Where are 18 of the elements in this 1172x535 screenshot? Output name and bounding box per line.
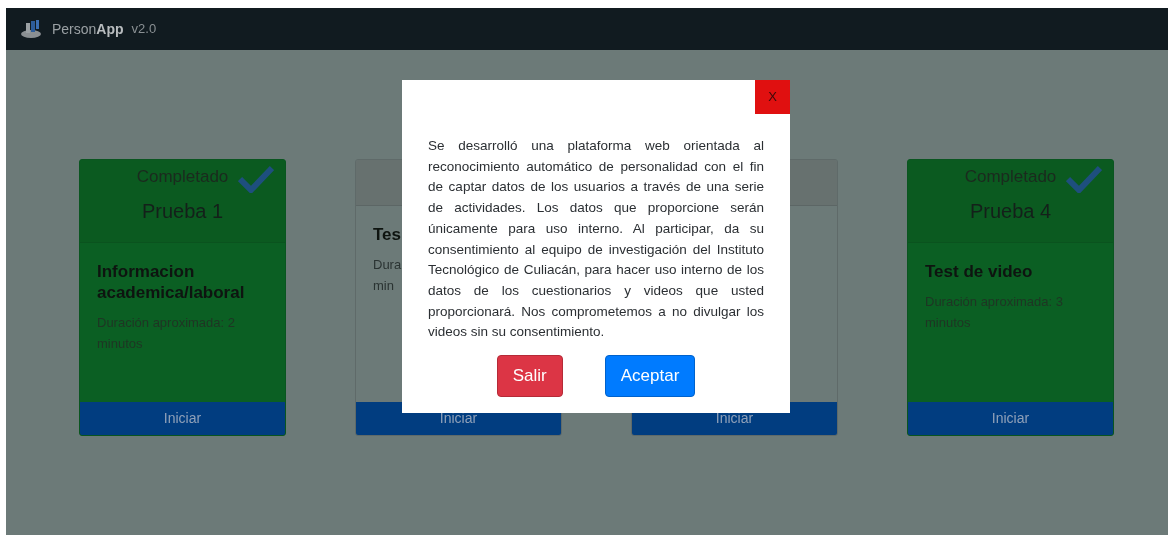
logo-icon bbox=[20, 19, 44, 39]
card-title: Prueba 1 bbox=[141, 198, 224, 224]
duration-text: min bbox=[373, 277, 394, 295]
start-button[interactable]: Iniciar bbox=[908, 402, 1113, 435]
consent-text: Se desarrolló una plataforma web orientada al reconocimiento automático de personalidad con el fin de captar datos de los usuarios a través de una serie de actividades. Los datos que proporcione serán únicamente para uso interno. Al participar, da su consentimiento al equipo de investigación del Instituto Tecnológico de Culiacán, para hacer uso interno de los datos de los cuestionarios y videos que usted proporcionará. Nos comprometemos a no divulgar los videos sin su consentimiento. bbox=[428, 137, 764, 342]
check-icon bbox=[1066, 165, 1102, 193]
close-button[interactable]: X bbox=[755, 80, 790, 114]
card-title: Prueba 4 bbox=[969, 198, 1052, 224]
duration-text: Dura bbox=[373, 256, 402, 274]
accept-button[interactable]: Aceptar bbox=[604, 355, 696, 398]
exit-button[interactable]: Salir bbox=[496, 355, 563, 398]
test-name: Tes bbox=[373, 224, 402, 245]
version-label: v2.0 bbox=[131, 20, 157, 39]
app-brand[interactable]: PersonApp bbox=[52, 18, 124, 40]
check-icon bbox=[238, 165, 274, 193]
start-button[interactable]: Iniciar bbox=[80, 402, 285, 435]
test-name: Test de video bbox=[925, 261, 1033, 282]
test-name: Informacion academica/laboral bbox=[97, 261, 246, 303]
